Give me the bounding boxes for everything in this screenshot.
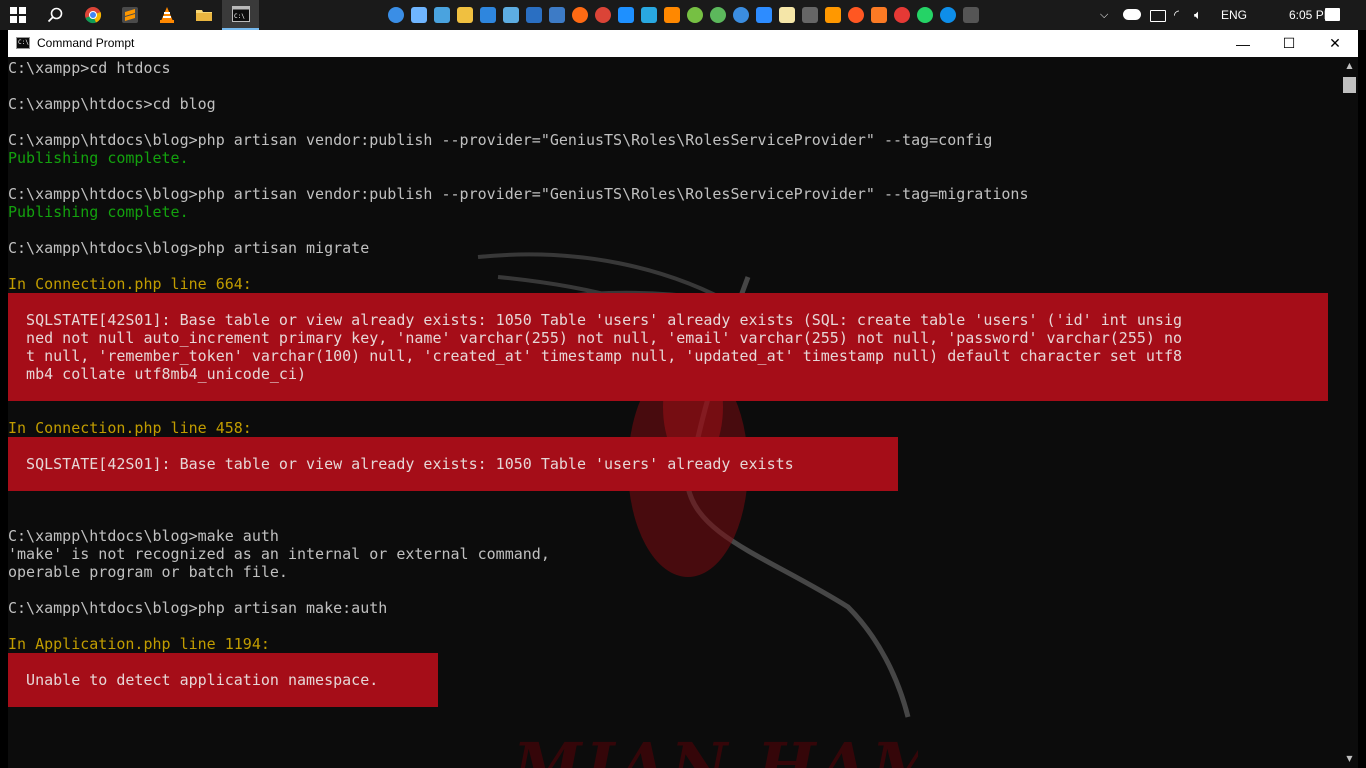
- success-message: Publishing complete.: [8, 203, 189, 221]
- user-icon[interactable]: [411, 7, 427, 23]
- console-line: C:\xampp\htdocs\blog>php artisan migrate: [8, 239, 370, 257]
- app-switch-icon[interactable]: [963, 7, 979, 23]
- folder-icon[interactable]: [457, 7, 473, 23]
- onedrive-icon[interactable]: [388, 7, 404, 23]
- network-drive-icon[interactable]: [434, 7, 450, 23]
- xampp-icon[interactable]: [871, 7, 887, 23]
- taskbar-vlc[interactable]: [148, 0, 185, 30]
- photo-icon[interactable]: [549, 7, 565, 23]
- music-icon[interactable]: [894, 7, 910, 23]
- chrome-tray-icon[interactable]: [595, 7, 611, 23]
- search-icon: [47, 7, 63, 23]
- search-button[interactable]: [36, 0, 74, 30]
- taskbar-file-explorer[interactable]: [185, 0, 222, 30]
- close-button[interactable]: ✕: [1312, 30, 1358, 57]
- device-icon[interactable]: [526, 7, 542, 23]
- error-line: Unable to detect application namespace.: [8, 671, 379, 689]
- console-line: C:\xampp\htdocs\blog>php artisan make:au…: [8, 599, 388, 617]
- vlc-tray-icon[interactable]: [664, 7, 680, 23]
- error-line: SQLSTATE[42S01]: Base table or view alre…: [8, 311, 1182, 329]
- command-prompt-icon: C:\: [231, 6, 250, 22]
- error-block: Unable to detect application namespace.: [8, 653, 438, 707]
- console-line: C:\xampp\htdocs>cd blog: [8, 95, 216, 113]
- title-bar[interactable]: C:\ Command Prompt — ☐ ✕: [8, 30, 1358, 57]
- taskbar-sublime[interactable]: [111, 0, 148, 30]
- taskbar-chrome[interactable]: [74, 0, 111, 30]
- language-indicator[interactable]: ENG: [1221, 0, 1247, 30]
- error-line: SQLSTATE[42S01]: Base table or view alre…: [8, 455, 794, 473]
- console-line: C:\xampp>cd htdocs: [8, 59, 171, 77]
- command-prompt-window: C:\ Command Prompt — ☐ ✕ MIAN HAMZA C:\x…: [8, 30, 1358, 768]
- maximize-button[interactable]: ☐: [1266, 30, 1312, 57]
- show-hidden-icons-chevron-icon[interactable]: ⌵: [1100, 0, 1108, 30]
- volume-icon[interactable]: 🔈︎: [1194, 0, 1202, 30]
- console-line: C:\xampp\htdocs\blog>php artisan vendor:…: [8, 131, 993, 149]
- cloud-icon[interactable]: [1123, 9, 1141, 20]
- speedtest-icon[interactable]: [733, 7, 749, 23]
- windows-store-icon[interactable]: [480, 7, 496, 23]
- utorrent-icon[interactable]: [687, 7, 703, 23]
- scroll-thumb[interactable]: [1343, 77, 1356, 93]
- error-location: In Connection.php line 664:: [8, 275, 252, 293]
- edge-icon[interactable]: [618, 7, 634, 23]
- scroll-down-arrow-icon[interactable]: ▼: [1341, 752, 1358, 766]
- notepad-icon[interactable]: [779, 7, 795, 23]
- window-title: Command Prompt: [37, 36, 135, 50]
- taskbar-command-prompt[interactable]: C:\: [222, 0, 259, 30]
- settings-app-icon[interactable]: [641, 7, 657, 23]
- teamviewer-icon[interactable]: [940, 7, 956, 23]
- success-message: Publishing complete.: [8, 149, 189, 167]
- minimize-button[interactable]: —: [1220, 30, 1266, 57]
- svg-text:C:\: C:\: [234, 13, 245, 20]
- error-line: mb4 collate utf8mb4_unicode_ci): [8, 365, 307, 383]
- error-location: In Application.php line 1194:: [8, 635, 270, 653]
- app-icon[interactable]: [848, 7, 864, 23]
- battery-icon[interactable]: [1150, 10, 1166, 22]
- watermark-text: MIAN HAMZA: [511, 729, 918, 768]
- error-block: SQLSTATE[42S01]: Base table or view alre…: [8, 437, 898, 491]
- download-icon[interactable]: [710, 7, 726, 23]
- console-line: 'make' is not recognized as an internal …: [8, 545, 550, 563]
- whatsapp-icon[interactable]: [917, 7, 933, 23]
- chrome-icon: [84, 7, 101, 24]
- error-line: ned not null auto_increment primary key,…: [8, 329, 1182, 347]
- media-icon[interactable]: [802, 7, 818, 23]
- sublime-tray-icon[interactable]: [825, 7, 841, 23]
- action-center-icon[interactable]: [1325, 8, 1340, 21]
- console-line: operable program or batch file.: [8, 563, 288, 581]
- error-location: In Connection.php line 458:: [8, 419, 252, 437]
- console-output[interactable]: MIAN HAMZA C:\xampp>cd htdocs C:\xampp\h…: [8, 57, 1341, 768]
- scroll-up-arrow-icon[interactable]: ▲: [1341, 59, 1358, 73]
- monitor-icon[interactable]: [503, 7, 519, 23]
- vertical-scrollbar[interactable]: ▲ ▼: [1341, 57, 1358, 768]
- firefox-icon[interactable]: [572, 7, 588, 23]
- command-prompt-icon: C:\: [16, 37, 30, 49]
- file-explorer-icon: [195, 10, 212, 21]
- zoom-icon[interactable]: [756, 7, 772, 23]
- console-line: C:\xampp\htdocs\blog>php artisan vendor:…: [8, 185, 1029, 203]
- wifi-icon[interactable]: ◜: [1174, 0, 1179, 30]
- sublime-icon: [121, 7, 138, 23]
- windows-logo-icon: [10, 7, 26, 23]
- vlc-icon: [159, 7, 174, 23]
- error-block: SQLSTATE[42S01]: Base table or view alre…: [8, 293, 1328, 401]
- error-line: t null, 'remember_token' varchar(100) nu…: [8, 347, 1182, 365]
- taskbar: C:\ ⌵ ◜ 🔈︎ ENG 6:05 PM: [0, 0, 1366, 30]
- console-line: C:\xampp\htdocs\blog>make auth: [8, 527, 279, 545]
- start-button[interactable]: [0, 0, 36, 30]
